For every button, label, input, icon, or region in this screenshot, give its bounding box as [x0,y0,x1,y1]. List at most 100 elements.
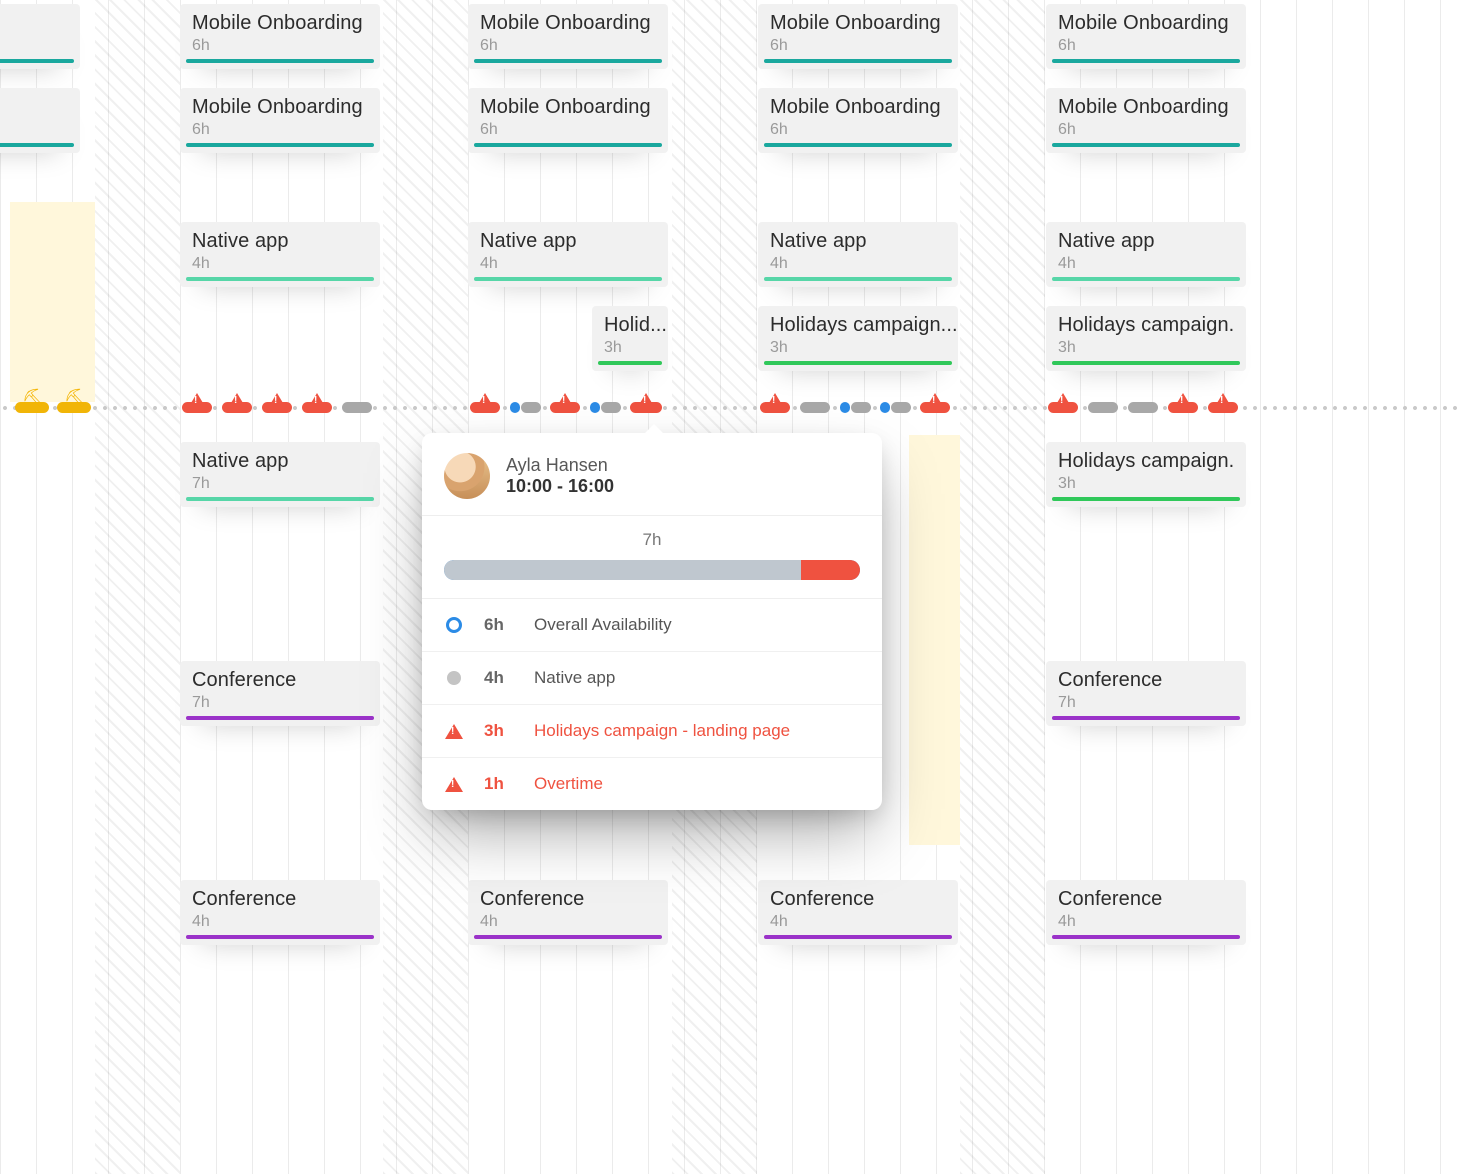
task-card[interactable]: Mobile Onboarding6h [758,4,958,69]
popover-breakdown-row[interactable]: 1h Overtime [422,757,882,810]
task-card-duration: 6h [1058,121,1234,139]
task-card-duration: 6h [0,121,68,139]
availability-pill[interactable] [601,402,621,413]
availability-pill[interactable] [1128,402,1158,413]
task-card[interactable]: oarding6h [0,4,80,69]
schedule-board[interactable]: oarding6hoarding6hMobile Onboarding6hMob… [0,0,1462,1174]
availability-pill[interactable] [1048,402,1078,413]
availability-pill[interactable] [510,402,520,413]
popover-breakdown-row[interactable]: 3hHolidays campaign - landing page [422,704,882,757]
person-availability-popover[interactable]: Ayla Hansen 10:00 - 16:00 7h 6hOverall A… [422,433,882,810]
capacity-bar-segment [801,560,860,580]
task-card[interactable]: Mobile Onboarding 6h [468,88,668,153]
task-card-duration: 3h [1058,339,1234,357]
availability-pill[interactable] [222,402,252,413]
warning-icon [1054,393,1072,408]
task-card[interactable]: Native app4h [468,222,668,287]
task-card-colorbar [1052,361,1240,365]
task-card[interactable]: Conference4h [1046,880,1246,945]
task-card-colorbar [474,59,662,63]
availability-pill[interactable] [1088,402,1118,413]
task-card-duration: 6h [1058,37,1234,55]
task-card[interactable]: Conference4h [758,880,958,945]
task-card[interactable]: Conference7h [1046,661,1246,726]
task-card[interactable]: Holidays campaign...3h [758,306,958,371]
task-card[interactable]: Mobile Onboarding6h [1046,4,1246,69]
task-card-title: Native app [192,450,368,473]
task-card[interactable]: Conference4h [180,880,380,945]
availability-pill[interactable] [590,402,600,413]
task-card-colorbar [1052,143,1240,147]
task-card-title: Mobile Onboarding [192,96,368,119]
task-card[interactable]: Mobile Onboarding6h [1046,88,1246,153]
availability-pill[interactable] [521,402,541,413]
warning-icon [1214,393,1232,408]
task-card-duration: 6h [480,121,656,139]
task-card-colorbar [1052,716,1240,720]
availability-pill[interactable] [880,402,890,413]
task-card-title: Mobile Onboarding [480,12,656,35]
task-card[interactable]: Native app4h [1046,222,1246,287]
task-card[interactable]: Mobile Onboarding6h [180,4,380,69]
availability-pill[interactable] [302,402,332,413]
availability-pill[interactable] [840,402,850,413]
task-card-colorbar [1052,935,1240,939]
task-card-title: Native app [770,230,946,253]
availability-pill[interactable] [760,402,790,413]
task-card-duration: 3h [1058,475,1234,493]
task-card-colorbar [1052,59,1240,63]
task-card[interactable]: Mobile Onboarding6h [758,88,958,153]
task-card-title: oarding [0,12,68,35]
task-card[interactable]: Conference4h [468,880,668,945]
task-card-colorbar [186,277,374,281]
task-card[interactable]: Native app4h [180,222,380,287]
task-card[interactable]: Holid...3h [592,306,668,371]
availability-pill[interactable] [891,402,911,413]
task-card[interactable]: Conference7h [180,661,380,726]
popover-person-name: Ayla Hansen [506,455,614,476]
task-card-colorbar [474,935,662,939]
task-card-duration: 6h [770,37,946,55]
popover-row-hours: 1h [484,774,514,794]
availability-pill[interactable] [262,402,292,413]
task-card-title: Native app [480,230,656,253]
availability-pill[interactable] [1168,402,1198,413]
availability-pill[interactable] [851,402,871,413]
availability-pill[interactable] [470,402,500,413]
warning-icon [308,393,326,408]
task-card[interactable]: Mobile Onboarding6h [180,88,380,153]
task-card-title: Conference [480,888,656,911]
popover-time-range: 10:00 - 16:00 [506,476,614,497]
availability-pill[interactable] [800,402,830,413]
task-card[interactable]: oarding6h [0,88,80,153]
popover-row-label: Overtime [534,774,603,794]
task-card[interactable]: Holidays campaign.3h [1046,442,1246,507]
popover-row-hours: 6h [484,615,514,635]
popover-row-hours: 4h [484,668,514,688]
availability-pill[interactable]: ⛏ [15,402,49,413]
availability-pill[interactable]: ⛏ [57,402,91,413]
task-card-colorbar [186,59,374,63]
task-card[interactable]: Native app4h [758,222,958,287]
task-card-title: Conference [1058,669,1234,692]
task-card-duration: 4h [192,913,368,931]
task-card-colorbar [764,143,952,147]
task-card-title: Mobile Onboarding [480,96,656,119]
avatar [444,453,490,499]
task-card[interactable]: Mobile Onboarding6h [468,4,668,69]
availability-pill[interactable] [1208,402,1238,413]
task-card[interactable]: Native app7h [180,442,380,507]
task-card-colorbar [474,277,662,281]
task-card[interactable]: Holidays campaign.3h [1046,306,1246,371]
task-card-colorbar [764,361,952,365]
popover-breakdown-row[interactable]: 4hNative app [422,651,882,704]
popover-breakdown-row[interactable]: 6hOverall Availability [422,599,882,651]
task-card-colorbar [1052,277,1240,281]
task-card-title: Mobile Onboarding [192,12,368,35]
availability-pill[interactable] [182,402,212,413]
task-card-colorbar [764,59,952,63]
availability-pill[interactable] [630,402,662,413]
availability-pill[interactable] [342,402,372,413]
availability-pill[interactable] [550,402,580,413]
availability-pill[interactable] [920,402,950,413]
